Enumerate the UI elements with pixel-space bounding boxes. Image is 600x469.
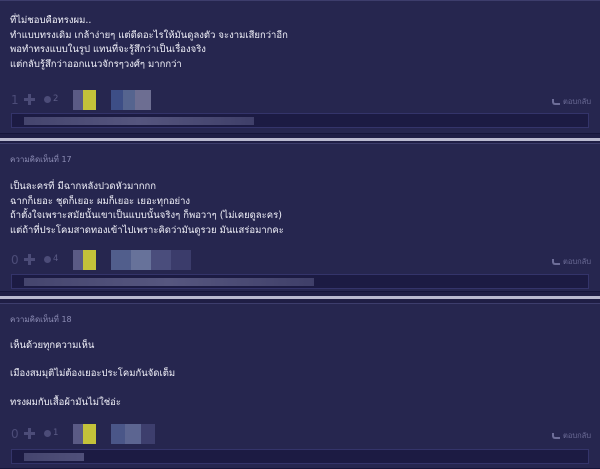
plus-vote-icon[interactable] <box>24 94 35 105</box>
vote-count: 1 <box>11 93 19 107</box>
reply-icon <box>551 259 560 265</box>
emotion-icon[interactable] <box>44 256 51 263</box>
reply-label: ตอบกลับ <box>562 97 591 106</box>
username-link[interactable] <box>111 250 191 270</box>
comment-actions: 0 1 ตอบกลับ <box>11 424 591 446</box>
comment-body: เป็นละครที่ มีฉากหลังปวดหัวมากกก ฉากก็เย… <box>10 180 284 238</box>
comment-line: ฉากก็เยอะ ชุดก็เยอะ ผมก็เยอะ เยอะทุกอย่า… <box>10 195 191 207</box>
comment-actions: 1 2 ตอบกลับ <box>11 90 591 112</box>
comment-line: แต่ถ้าที่ประโคมสาดทองเข้าไปเพราะคิดว่ามั… <box>10 224 284 236</box>
plus-vote-icon[interactable] <box>24 428 35 439</box>
comment-card: ที่ไม่ชอบคือทรงผม.. ทำแบบทรงเดิม เกล้าง่… <box>0 0 600 134</box>
emotion-count: 1 <box>53 428 59 438</box>
reply-icon <box>551 99 560 105</box>
comment-number: ความคิดเห็นที่ 18 <box>10 315 72 324</box>
avatar[interactable] <box>73 90 96 110</box>
comment-body: เห็นด้วยทุกความเห็น เมืองสมมุติไม่ต้องเย… <box>10 339 175 411</box>
reply-input[interactable] <box>11 274 589 289</box>
reply-button[interactable]: ตอบกลับ <box>551 430 591 442</box>
reply-button[interactable]: ตอบกลับ <box>551 256 591 268</box>
comment-body: ที่ไม่ชอบคือทรงผม.. ทำแบบทรงเดิม เกล้าง่… <box>10 14 288 72</box>
comment-card: ความคิดเห็นที่ 17 เป็นละครที่ มีฉากหลังป… <box>0 143 600 292</box>
reply-preview <box>24 453 84 461</box>
reply-button[interactable]: ตอบกลับ <box>551 96 591 108</box>
comment-line: เป็นละครที่ มีฉากหลังปวดหัวมากกก <box>10 181 156 192</box>
divider <box>0 138 600 141</box>
comment-line: ทำแบบทรงเดิม เกล้าง่ายๆ แต่ดีดอะไรให้มัน… <box>10 29 288 41</box>
reply-preview <box>24 278 314 286</box>
comment-line: ทรงผมกับเสื้อผ้ามันไม่ใช่อ่ะ <box>10 397 121 408</box>
comment-actions: 0 4 ตอบกลับ <box>11 250 591 272</box>
reply-icon <box>551 433 560 439</box>
username-link[interactable] <box>111 90 151 110</box>
reply-input[interactable] <box>11 113 589 128</box>
comment-line: ที่ไม่ชอบคือทรงผม.. <box>10 15 92 26</box>
username-link[interactable] <box>111 424 155 444</box>
emotion-count: 2 <box>53 94 59 104</box>
comment-line: เมืองสมมุติไม่ต้องเยอะประโคมกันจัดเต็ม <box>10 368 176 379</box>
emotion-icon[interactable] <box>44 430 51 437</box>
vote-count: 0 <box>11 427 19 441</box>
reply-label: ตอบกลับ <box>562 257 591 266</box>
avatar[interactable] <box>73 250 96 270</box>
comment-number: ความคิดเห็นที่ 17 <box>10 155 72 164</box>
reply-label: ตอบกลับ <box>562 431 591 440</box>
reply-input[interactable] <box>11 449 589 464</box>
plus-vote-icon[interactable] <box>24 254 35 265</box>
avatar[interactable] <box>73 424 96 444</box>
comment-line: แต่กลับรู้สึกว่าออกแนวจักรๆวงศ์ๆ มากกว่า <box>10 58 182 70</box>
divider <box>0 296 600 299</box>
comment-card: ความคิดเห็นที่ 18 เห็นด้วยทุกความเห็น เม… <box>0 303 600 469</box>
vote-count: 0 <box>11 253 19 267</box>
reply-preview <box>24 117 254 125</box>
comment-line: เห็นด้วยทุกความเห็น <box>10 340 95 351</box>
comment-line: ถ้าตั้งใจเพราะสมัยนั้นเขาเป็นแบบนั้นจริง… <box>10 210 282 221</box>
comment-line: พอทำทรงแบบในรูป แทนที่จะรู้สึกว่าเป็นเรื… <box>10 44 206 55</box>
emotion-icon[interactable] <box>44 96 51 103</box>
emotion-count: 4 <box>53 254 59 264</box>
